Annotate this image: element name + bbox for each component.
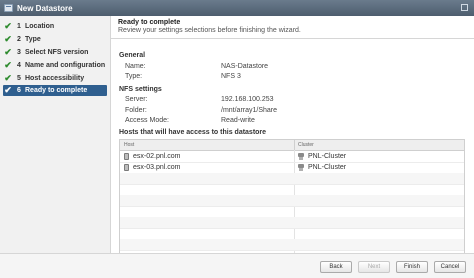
page-subtitle: Review your settings selections before f…: [118, 27, 301, 34]
step-label: Host accessibility: [25, 75, 85, 82]
name-value: NAS-Datastore: [221, 63, 269, 70]
server-value: 192.168.100.253: [221, 96, 274, 103]
cluster-icon: [298, 153, 304, 160]
server-label: Server:: [125, 96, 148, 103]
back-button[interactable]: Back: [320, 261, 352, 273]
name-label: Name:: [125, 63, 146, 70]
title-bar: New Datastore: [0, 0, 474, 16]
table-header: Host Cluster: [120, 140, 464, 151]
check-icon: ✔: [4, 60, 12, 70]
check-icon: ✔: [4, 21, 12, 31]
check-icon: ✔: [4, 34, 12, 44]
nfs-settings-heading: NFS settings: [119, 86, 162, 93]
type-value: NFS 3: [221, 73, 241, 80]
host-cell: esx-02.pnl.com: [124, 153, 180, 160]
next-button[interactable]: Next: [358, 261, 390, 273]
step-number: 1: [17, 23, 21, 30]
step-location[interactable]: ✔ 1 Location: [3, 21, 107, 32]
page-header: Ready to complete Review your settings s…: [111, 16, 474, 39]
cluster-cell: PNL-Cluster: [298, 153, 346, 160]
column-host[interactable]: Host: [124, 142, 134, 148]
general-heading: General: [119, 52, 146, 59]
window-title: New Datastore: [17, 3, 73, 13]
host-name: esx-03.pnl.com: [133, 164, 181, 171]
step-number: 2: [17, 36, 21, 43]
step-label: Type: [25, 36, 41, 43]
step-label: Name and configuration: [25, 62, 106, 69]
button-bar: Back Next Finish Cancel: [0, 253, 474, 278]
wizard-steps: ✔ 1 Location ✔ 2 Type ✔ 3 Select NFS ver…: [0, 16, 111, 253]
page-title: Ready to complete: [118, 19, 181, 26]
check-icon: ✔: [4, 73, 12, 83]
step-type[interactable]: ✔ 2 Type: [3, 34, 107, 45]
step-number: 5: [17, 75, 21, 82]
cluster-name: PNL-Cluster: [308, 153, 347, 160]
step-select-nfs-version[interactable]: ✔ 3 Select NFS version: [3, 47, 107, 58]
type-label: Type:: [125, 73, 143, 80]
cluster-icon: [298, 164, 304, 171]
step-label: Select NFS version: [25, 49, 89, 56]
check-icon: ✔: [4, 47, 12, 57]
step-number: 3: [17, 49, 21, 56]
step-ready-to-complete[interactable]: ✔ 6 Ready to complete: [3, 85, 107, 96]
hosts-table: Host Cluster esx-02.pnl.com PNL-Cluster: [119, 139, 465, 256]
datastore-icon: [4, 4, 13, 12]
hosts-heading: Hosts that will have access to this data…: [119, 129, 267, 136]
step-host-accessibility[interactable]: ✔ 5 Host accessibility: [3, 73, 107, 84]
host-cell: esx-03.pnl.com: [124, 164, 180, 171]
step-label: Ready to complete: [25, 87, 88, 94]
wizard-content: Ready to complete Review your settings s…: [111, 16, 474, 256]
cluster-cell: PNL-Cluster: [298, 164, 346, 171]
host-icon: [124, 164, 129, 171]
host-name: esx-02.pnl.com: [133, 153, 181, 160]
step-number: 6: [17, 87, 21, 94]
empty-row: [120, 239, 464, 251]
cluster-name: PNL-Cluster: [308, 164, 347, 171]
finish-button[interactable]: Finish: [396, 261, 428, 273]
column-cluster[interactable]: Cluster: [298, 142, 314, 148]
check-icon: ✔: [4, 85, 12, 95]
host-icon: [124, 153, 129, 160]
folder-label: Folder:: [125, 107, 147, 114]
expand-icon[interactable]: [461, 4, 468, 11]
cancel-button[interactable]: Cancel: [434, 261, 466, 273]
access-mode-label: Access Mode:: [125, 117, 169, 124]
step-number: 4: [17, 62, 21, 69]
folder-value: /mnt/array1/Share: [221, 107, 278, 114]
access-mode-value: Read-write: [221, 117, 255, 124]
step-label: Location: [25, 23, 55, 30]
step-name-and-configuration[interactable]: ✔ 4 Name and configuration: [3, 60, 107, 71]
column-divider: [294, 140, 295, 150]
new-datastore-dialog: New Datastore ✔ 1 Location ✔ 2 Type ✔ 3 …: [0, 0, 474, 278]
